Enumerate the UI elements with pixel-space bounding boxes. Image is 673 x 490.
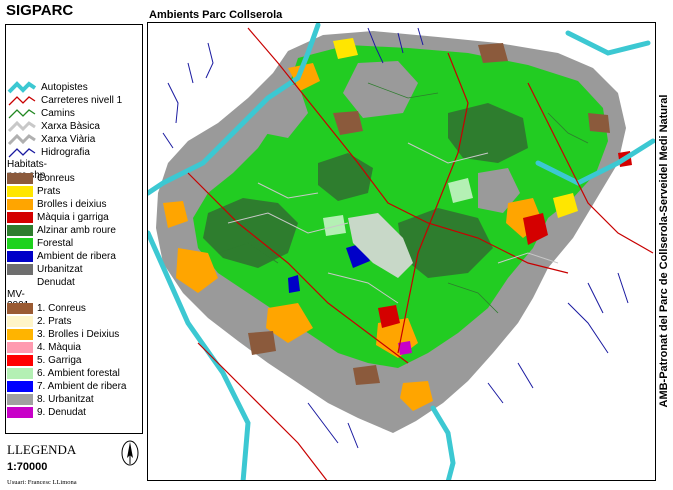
legend-color-swatch <box>7 199 33 210</box>
legend-row: 1. Conreus <box>7 302 86 315</box>
legend-label: 8. Urbanitzat <box>37 394 94 405</box>
legend-row: Xarxa Bàsica <box>7 120 100 133</box>
legend-color-swatch <box>7 186 33 197</box>
legend-color-swatch <box>7 264 33 275</box>
legend-row: Camins <box>7 107 75 120</box>
legend-color-swatch <box>7 381 33 392</box>
app-title: SIGPARC <box>6 2 74 19</box>
legend-row: Ambient de ribera <box>7 250 116 263</box>
legend-row: 9. Denudat <box>7 406 86 419</box>
legend-row: Hidrografia <box>7 146 90 159</box>
legend-label: 4. Màquia <box>37 342 81 353</box>
motorway-line <box>565 30 651 56</box>
legend-label: Xarxa Bàsica <box>41 121 100 132</box>
legend-line-swatch <box>8 109 36 119</box>
legend-color-swatch <box>7 225 33 236</box>
legend-row: 6. Ambient forestal <box>7 367 120 380</box>
map-scale: 1:70000 <box>7 461 48 473</box>
legend-row: Denudat <box>7 276 75 289</box>
legend-row: Brolles i deixius <box>7 198 106 211</box>
legend-color-swatch <box>7 303 33 314</box>
legend-label: 2. Prats <box>37 316 72 327</box>
legend-color-swatch <box>7 173 33 184</box>
legend-label: Camins <box>41 108 75 119</box>
legend-row: Carreteres nivell 1 <box>7 94 122 107</box>
legend-label: Prats <box>37 186 61 197</box>
north-arrow-icon <box>121 440 139 466</box>
legend-color-swatch <box>7 251 33 262</box>
map-title: Ambients Parc Collserola <box>149 9 283 21</box>
motorway-line <box>430 405 456 480</box>
legend-row: Forestal <box>7 237 73 250</box>
legend-row: Urbanitzat <box>7 263 83 276</box>
legend-label: Autopistes <box>41 82 88 93</box>
farmland-patch <box>353 365 380 385</box>
farmland-patch <box>248 331 276 355</box>
legend-label: 6. Ambient forestal <box>37 368 120 379</box>
legend-color-swatch <box>7 407 33 418</box>
legend-row: 2. Prats <box>7 315 71 328</box>
legend-color-swatch <box>7 238 33 249</box>
legend-label: Màquia i garriga <box>37 212 109 223</box>
legend-row: 7. Ambient de ribera <box>7 380 127 393</box>
legend-label: Xarxa Viària <box>41 134 96 145</box>
legend-label: 7. Ambient de ribera <box>37 381 127 392</box>
legend-label: Ambient de ribera <box>37 251 116 262</box>
legend-label: Urbanitzat <box>37 264 83 275</box>
legend-label: Alzinar amb roure <box>37 225 116 236</box>
legend-color-swatch <box>7 329 33 340</box>
river-line <box>567 272 629 354</box>
legend-row: 4. Màquia <box>7 341 81 354</box>
legend-label: 3. Brolles i Deixius <box>37 329 120 340</box>
legend-row: 5. Garriga <box>7 354 81 367</box>
legend-row: Prats <box>7 185 60 198</box>
forest-ambient-patch <box>323 215 346 236</box>
legend-row: Autopistes <box>7 81 88 94</box>
legend-label: Brolles i deixius <box>37 199 107 210</box>
farmland-patch <box>588 113 610 133</box>
user-label: Usuari: Francesc LLimona <box>7 479 77 486</box>
credit-text: AMB-Patronat del Parc de Collserola-Serv… <box>658 94 670 408</box>
legend-color-swatch <box>7 316 33 327</box>
legend-color-swatch <box>7 368 33 379</box>
legend-line-swatch <box>7 120 36 133</box>
legend-label: Denudat <box>37 277 75 288</box>
legend-label: Carreteres nivell 1 <box>41 95 123 106</box>
legend-line-swatch <box>8 96 36 106</box>
river-line <box>487 362 534 404</box>
legend-line-swatch <box>7 133 36 146</box>
legend-row: Xarxa Viària <box>7 133 95 146</box>
legend-color-swatch <box>7 212 33 223</box>
map-view[interactable] <box>147 22 656 481</box>
legend-row: 8. Urbanitzat <box>7 393 94 406</box>
legend-label: 1. Conreus <box>37 303 86 314</box>
legend-label: 9. Denudat <box>37 407 86 418</box>
credit-strip: AMB-Patronat del Parc de Collserola-Serv… <box>656 22 673 481</box>
legend-color-swatch <box>7 277 33 288</box>
legend-line-swatch <box>8 148 36 158</box>
legend-color-swatch <box>7 355 33 366</box>
riverside-patch <box>288 275 300 293</box>
legend-line-swatch <box>7 81 37 94</box>
legend-color-swatch <box>7 394 33 405</box>
farmland-patch <box>478 43 508 63</box>
legend-label: Hidrografia <box>41 147 90 158</box>
legend-row: Conreus <box>7 172 75 185</box>
legend-row: Alzinar amb roure <box>7 224 116 237</box>
legend-row: 3. Brolles i Deixius <box>7 328 119 341</box>
legend-label: 5. Garriga <box>37 355 82 366</box>
legend-title: LLEGENDA <box>7 442 77 457</box>
legend-label: Conreus <box>37 173 75 184</box>
legend-color-swatch <box>7 342 33 353</box>
park-habitat-map[interactable] <box>148 23 656 481</box>
legend-row: Màquia i garriga <box>7 211 109 224</box>
legend-label: Forestal <box>37 238 74 249</box>
